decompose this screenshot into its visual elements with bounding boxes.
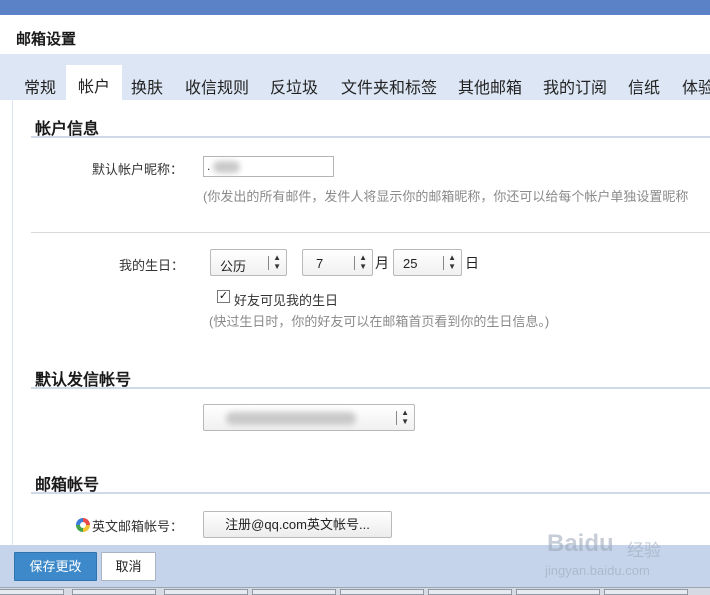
section-divider <box>31 136 710 138</box>
tab-subscriptions[interactable]: 我的订阅 <box>543 74 607 98</box>
watermark-logo-text: Baidu <box>547 530 614 557</box>
tab-stationery[interactable]: 信纸 <box>628 74 660 98</box>
birth-month-select[interactable]: 7 ▲ ▼ <box>302 249 373 276</box>
os-taskbar <box>0 587 710 595</box>
spinner-arrows-icon: ▲ ▼ <box>401 408 409 426</box>
tab-skin[interactable]: 换肤 <box>131 74 163 98</box>
tab-receive-rules[interactable]: 收信规则 <box>185 74 249 98</box>
birthday-hint: (快过生日时，你的好友可以在邮箱首页看到你的生日信息。) <box>209 314 550 329</box>
save-changes-button[interactable]: 保存更改 <box>14 552 97 581</box>
register-english-account-button[interactable]: 注册@qq.com英文帐号... <box>203 511 392 538</box>
spinner-arrows-icon: ▲ ▼ <box>359 253 367 271</box>
page-title: 邮箱设置 <box>16 31 77 48</box>
baidu-jingyan-watermark: Baidu 经验 jingyan.baidu.com <box>545 523 705 579</box>
watermark-url: jingyan.baidu.com <box>545 563 650 578</box>
taskbar-item[interactable] <box>252 589 336 595</box>
divider <box>31 232 710 233</box>
qq-logo-icon <box>76 518 90 532</box>
day-unit-label: 日 <box>465 255 479 271</box>
section-divider <box>31 492 710 494</box>
english-account-label: 英文邮箱帐号： <box>92 519 184 534</box>
default-sender-select[interactable]: ▲ ▼ <box>203 404 415 431</box>
nickname-label: 默认帐户昵称： <box>92 162 184 177</box>
calendar-type-select[interactable]: 公历 ▲ ▼ <box>210 249 287 276</box>
checkmark-icon: ✓ <box>218 290 229 302</box>
tab-general[interactable]: 常规 <box>24 74 56 98</box>
friends-visible-label[interactable]: 好友可见我的生日 <box>234 290 338 309</box>
taskbar-item[interactable] <box>516 589 600 595</box>
blurred-nickname <box>213 161 240 173</box>
section-divider <box>31 387 710 389</box>
birthday-label: 我的生日： <box>119 258 185 273</box>
birth-day-value: 25 <box>403 256 418 271</box>
nickname-value: . <box>207 159 211 173</box>
spinner-arrows-icon: ▲ ▼ <box>273 253 281 271</box>
nickname-hint: (你发出的所有邮件，发件人将显示你的邮箱昵称，你还可以给每个帐户单独设置昵称 <box>203 189 689 204</box>
taskbar-item[interactable] <box>340 589 424 595</box>
tab-experience[interactable]: 体验 <box>682 74 710 98</box>
taskbar-item[interactable] <box>164 589 248 595</box>
tab-other-mailboxes[interactable]: 其他邮箱 <box>458 74 522 98</box>
settings-tab-bar: 常规 帐户 换肤 收信规则 反垃圾 文件夹和标签 其他邮箱 我的订阅 信纸 体验 <box>0 54 710 100</box>
calendar-type-value: 公历 <box>220 259 247 274</box>
month-unit-label: 月 <box>375 255 389 271</box>
taskbar-item[interactable] <box>604 589 688 595</box>
friends-visible-checkbox[interactable]: ✓ <box>217 290 230 303</box>
taskbar-item[interactable] <box>72 589 156 595</box>
tab-anti-spam[interactable]: 反垃圾 <box>270 74 318 98</box>
taskbar-item[interactable] <box>428 589 512 595</box>
cancel-button[interactable]: 取消 <box>101 552 156 581</box>
birth-day-select[interactable]: 25 ▲ ▼ <box>393 249 462 276</box>
blurred-sender-account <box>226 412 356 425</box>
window-top-bar <box>0 0 710 15</box>
settings-content: 帐户信息 默认帐户昵称： . (你发出的所有邮件，发件人将显示你的邮箱昵称，你还… <box>12 100 710 545</box>
birth-month-value: 7 <box>316 256 324 271</box>
taskbar-item[interactable] <box>0 589 64 595</box>
tab-folders-labels[interactable]: 文件夹和标签 <box>341 74 437 98</box>
nickname-input[interactable]: . <box>203 156 334 177</box>
spinner-arrows-icon: ▲ ▼ <box>448 253 456 271</box>
tab-account[interactable]: 帐户 <box>66 65 123 100</box>
watermark-logo-cn: 经验 <box>627 541 661 560</box>
